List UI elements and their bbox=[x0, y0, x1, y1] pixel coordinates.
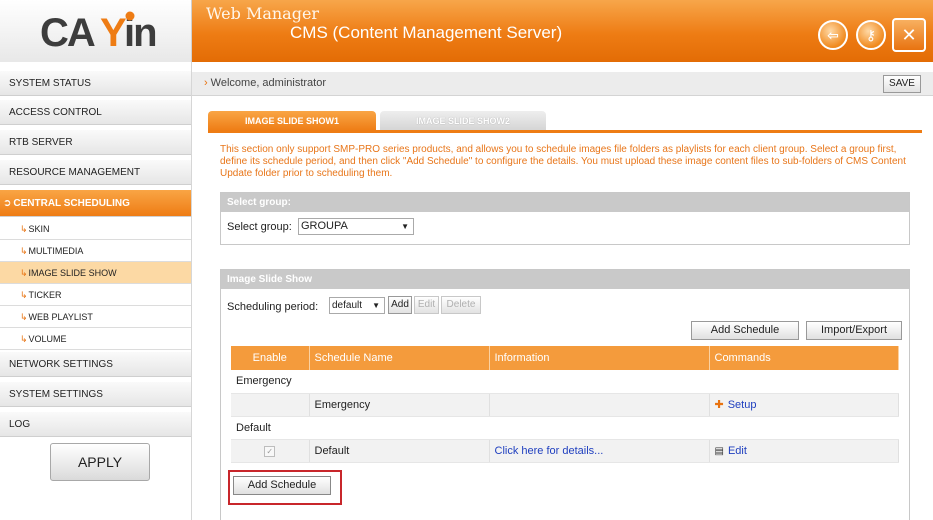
cayin-logo: CA Y in bbox=[40, 11, 158, 52]
edit-icon: ▤ bbox=[714, 445, 724, 457]
sidebar-item-log[interactable]: LOG bbox=[0, 411, 191, 437]
table-row: ✓ Default Click here for details... ▤ Edi… bbox=[231, 439, 899, 463]
scheduling-period-select[interactable]: default ▼ bbox=[329, 297, 385, 314]
sidebar-subitem-volume[interactable]: ↳VOLUME bbox=[0, 328, 191, 350]
column-header-commands: Commands bbox=[709, 346, 899, 370]
sidebar-subitem-ticker[interactable]: ↳TICKER bbox=[0, 284, 191, 306]
sidebar-item-rtb-server[interactable]: RTB SERVER bbox=[0, 129, 191, 155]
group-select-value: GROUPA bbox=[301, 220, 348, 232]
elbow-arrow-icon: ↳ bbox=[20, 246, 28, 256]
sidebar-subitem-web-playlist[interactable]: ↳WEB PLAYLIST bbox=[0, 306, 191, 328]
svg-text:Y: Y bbox=[100, 11, 127, 52]
sidebar-subitem-image-slide-show[interactable]: ↳IMAGE SLIDE SHOW bbox=[0, 262, 191, 284]
elbow-arrow-icon: ↳ bbox=[20, 268, 28, 278]
sidebar-subitem-label: VOLUME bbox=[28, 334, 67, 344]
caret-icon: › bbox=[204, 77, 208, 89]
sidebar-subitem-label: SKIN bbox=[28, 224, 50, 234]
select-group-panel: Select group: Select group: GROUPA ▼ bbox=[220, 192, 910, 245]
enable-cell bbox=[231, 393, 310, 417]
commands-cell: ✚ Setup bbox=[709, 393, 899, 417]
group-select[interactable]: GROUPA ▼ bbox=[298, 218, 414, 235]
sidebar-item-resource-management[interactable]: RESOURCE MANAGEMENT bbox=[0, 159, 191, 185]
setup-link[interactable]: Setup bbox=[728, 399, 757, 411]
sidebar-item-access-control[interactable]: ACCESS CONTROL bbox=[0, 99, 191, 125]
column-header-enable: Enable bbox=[231, 346, 310, 370]
group-row: Default bbox=[231, 416, 899, 440]
elbow-arrow-icon: ↳ bbox=[20, 290, 28, 300]
apply-button[interactable]: APPLY bbox=[50, 443, 150, 481]
svg-text:CA: CA bbox=[40, 11, 95, 52]
highlight-annotation bbox=[228, 470, 342, 505]
sidebar-subitem-multimedia[interactable]: ↳MULTIMEDIA bbox=[0, 240, 191, 262]
sidebar: SYSTEM STATUS ACCESS CONTROL RTB SERVER … bbox=[0, 62, 192, 520]
sidebar-subitem-label: WEB PLAYLIST bbox=[28, 312, 93, 322]
section-description: This section only support SMP-PRO series… bbox=[220, 144, 906, 179]
key-icon[interactable]: ⚷ bbox=[856, 20, 886, 50]
import-export-button[interactable]: Import/Export bbox=[806, 321, 902, 340]
app-subtitle: CMS (Content Management Server) bbox=[290, 23, 563, 42]
save-button[interactable]: SAVE bbox=[883, 75, 921, 93]
delete-period-button[interactable]: Delete bbox=[441, 296, 481, 314]
schedule-table: Enable Schedule Name Information Command… bbox=[231, 346, 899, 463]
table-header-row: Enable Schedule Name Information Command… bbox=[231, 346, 899, 370]
sidebar-item-central-scheduling[interactable]: ➲ CENTRAL SCHEDULING bbox=[0, 189, 191, 217]
welcome-text: Welcome, administrator bbox=[210, 77, 327, 89]
dropdown-arrow-icon: ▼ bbox=[372, 301, 380, 310]
panel-heading: Select group: bbox=[221, 193, 909, 212]
information-cell: Click here for details... bbox=[489, 439, 710, 463]
welcome-bar: › Welcome, administrator SAVE bbox=[192, 72, 933, 96]
app-title: Web Manager bbox=[206, 4, 320, 23]
welcome-message: › Welcome, administrator bbox=[204, 77, 326, 89]
tab-image-slide-show2[interactable]: IMAGE SLIDE SHOW2 bbox=[380, 111, 546, 131]
group-label: Select group: bbox=[227, 221, 292, 233]
period-select-value: default bbox=[332, 300, 363, 311]
column-header-information: Information bbox=[489, 346, 710, 370]
table-row: Emergency ✚ Setup bbox=[231, 393, 899, 417]
edit-period-button[interactable]: Edit bbox=[414, 296, 439, 314]
group-name: Emergency bbox=[231, 370, 899, 394]
column-header-schedule-name: Schedule Name bbox=[309, 346, 490, 370]
elbow-arrow-icon: ↳ bbox=[20, 334, 28, 344]
enable-checkbox[interactable]: ✓ bbox=[264, 445, 276, 457]
logout-icon[interactable]: ⇦ bbox=[818, 20, 848, 50]
schedule-name-cell: Default bbox=[309, 439, 490, 463]
tab-image-slide-show1[interactable]: IMAGE SLIDE SHOW1 bbox=[208, 111, 376, 131]
scheduling-period-label: Scheduling period: bbox=[227, 301, 319, 313]
tab-underline bbox=[208, 130, 922, 133]
elbow-arrow-icon: ↳ bbox=[20, 312, 28, 322]
schedule-name-cell: Emergency bbox=[309, 393, 490, 417]
information-cell bbox=[489, 393, 710, 417]
sidebar-subitem-skin[interactable]: ↳SKIN bbox=[0, 218, 191, 240]
sidebar-item-system-status[interactable]: SYSTEM STATUS bbox=[0, 70, 191, 96]
sidebar-item-network-settings[interactable]: NETWORK SETTINGS bbox=[0, 351, 191, 377]
plus-icon: ✚ bbox=[714, 399, 724, 411]
dropdown-arrow-icon: ▼ bbox=[401, 222, 409, 231]
sidebar-subitem-label: TICKER bbox=[28, 290, 62, 300]
sidebar-subitem-label: IMAGE SLIDE SHOW bbox=[28, 268, 117, 278]
group-name: Default bbox=[231, 416, 899, 440]
sidebar-subitem-label: MULTIMEDIA bbox=[28, 246, 84, 256]
panel-heading: Image Slide Show bbox=[221, 270, 909, 289]
edit-link[interactable]: Edit bbox=[728, 445, 747, 457]
main-content: IMAGE SLIDE SHOW1 IMAGE SLIDE SHOW2 This… bbox=[192, 96, 933, 520]
add-period-button[interactable]: Add bbox=[388, 296, 412, 314]
add-schedule-button[interactable]: Add Schedule bbox=[691, 321, 799, 340]
elbow-arrow-icon: ↳ bbox=[20, 224, 28, 234]
tools-icon[interactable]: ✕ bbox=[892, 18, 926, 52]
sidebar-item-system-settings[interactable]: SYSTEM SETTINGS bbox=[0, 381, 191, 407]
group-row: Emergency bbox=[231, 370, 899, 394]
enable-cell: ✓ bbox=[231, 439, 310, 463]
header-bar: Web Manager CMS (Content Management Serv… bbox=[192, 0, 933, 62]
logo-area: CA Y in bbox=[0, 0, 192, 62]
details-link[interactable]: Click here for details... bbox=[495, 445, 604, 457]
sidebar-item-label: CENTRAL SCHEDULING bbox=[13, 198, 130, 209]
commands-cell: ▤ Edit bbox=[709, 439, 899, 463]
active-arrow-icon: ➲ bbox=[3, 198, 12, 209]
